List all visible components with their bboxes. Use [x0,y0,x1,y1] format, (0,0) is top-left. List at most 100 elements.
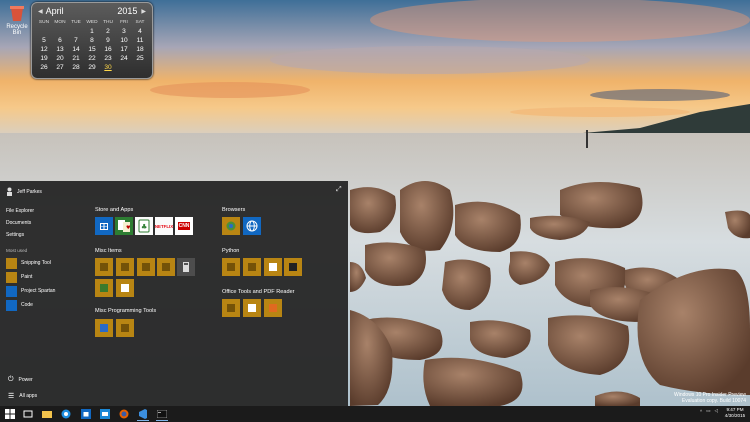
file-explorer-taskbar-button[interactable] [41,408,53,420]
calendar-day[interactable]: 20 [52,54,68,63]
start-button[interactable] [4,408,16,420]
spartan-taskbar-button[interactable] [60,408,72,420]
group-title-misc-programming[interactable]: Misc Programming Tools [95,308,156,314]
calendar-day[interactable]: 2 [100,27,116,36]
task-view-button[interactable] [22,408,34,420]
user-name: Jeff Parkes [17,188,42,195]
calendar-day[interactable]: 26 [36,63,52,72]
previous-month-arrow-icon[interactable]: ◀ [38,8,43,15]
calendar-day[interactable]: 18 [132,45,148,54]
most-used-snipping-tool[interactable]: Snipping Tool [6,257,51,269]
user-account[interactable]: Jeff Parkes [6,187,42,196]
python-tile[interactable] [284,258,302,276]
calendar-day[interactable]: 10 [116,36,132,45]
code-icon [6,299,17,311]
file-explorer-link[interactable]: File Explorer [6,208,34,214]
most-used-paint[interactable]: Paint [6,271,32,283]
app-glyph-icon [227,263,235,271]
visual-studio-taskbar-button[interactable] [137,408,149,421]
firefox-taskbar-button[interactable] [118,408,130,420]
calendar-day[interactable]: 24 [116,54,132,63]
group-title-python[interactable]: Python [222,248,239,254]
calendar-day[interactable]: 29 [84,63,100,72]
expand-icon[interactable]: ⤢ [336,186,342,194]
network-icon[interactable]: ▭ [706,408,710,414]
store-tile[interactable] [95,217,113,235]
misc-item-tile[interactable] [95,279,113,297]
netflix-tile[interactable]: NETFLIX [155,217,173,235]
misc-item-tile[interactable] [95,258,113,276]
calendar-day[interactable]: 13 [52,45,68,54]
chevron-up-icon[interactable]: ^ [700,409,702,414]
chrome-tile[interactable] [222,217,240,235]
calendar-day[interactable]: 21 [68,54,84,63]
programming-tool-tile[interactable] [116,319,134,337]
calendar-day[interactable]: 25 [132,54,148,63]
misc-item-tile[interactable] [157,258,175,276]
calendar-day[interactable]: 12 [36,45,52,54]
calendar-day [52,27,68,36]
calendar-day[interactable]: 1 [84,27,100,36]
documents-link[interactable]: Documents [6,220,31,226]
recycle-bin-icon [9,4,25,22]
settings-link[interactable]: Settings [6,232,24,238]
calendar-day[interactable]: 19 [36,54,52,63]
misc-item-tile[interactable] [116,258,134,276]
calendar-day[interactable]: 16 [100,45,116,54]
command-prompt-taskbar-button[interactable] [156,408,168,421]
globe-icon [246,220,258,232]
app-glyph-icon [269,263,277,271]
calendar-day[interactable]: 17 [116,45,132,54]
office-tool-tile[interactable] [243,299,261,317]
solitaire-tile[interactable]: ♥ [115,217,133,235]
app-glyph-icon [142,263,150,271]
next-month-arrow-icon[interactable]: ▶ [141,8,146,15]
recycle-bin-shortcut[interactable]: Recycle Bin [2,2,32,36]
group-title-store-and-apps[interactable]: Store and Apps [95,207,133,213]
most-used-code[interactable]: Code [6,299,33,311]
python-tile[interactable] [222,258,240,276]
calendar-day[interactable]: 4 [132,27,148,36]
calendar-day[interactable]: 30 [100,63,116,72]
misc-item-tile[interactable] [137,258,155,276]
calendar-day[interactable]: 3 [116,27,132,36]
all-apps-button[interactable]: ☰ All apps [8,392,37,400]
power-button[interactable]: ⏻ Power [8,376,33,384]
group-title-misc-items[interactable]: Misc Items [95,248,122,254]
store-taskbar-button[interactable] [80,408,92,420]
programming-tool-tile[interactable] [95,319,113,337]
office-tool-tile[interactable] [222,299,240,317]
calendar-day[interactable]: 23 [100,54,116,63]
calendar-day[interactable]: 27 [52,63,68,72]
app-glyph-icon [121,284,129,292]
volume-icon[interactable]: ◁ [714,408,718,414]
mail-taskbar-button[interactable] [99,408,111,420]
spartan-icon [6,285,17,297]
mahjong-tile[interactable]: ♣ [135,217,153,235]
taskbar-clock[interactable]: 9:47 PM 4/30/2015 [724,407,746,419]
group-title-browsers[interactable]: Browsers [222,207,245,213]
pdf-reader-tile[interactable] [264,299,282,317]
group-title-office-tools[interactable]: Office Tools and PDF Reader [222,289,295,295]
most-used-project-spartan[interactable]: Project Spartan [6,285,55,297]
calendar-day[interactable]: 14 [68,45,84,54]
calendar-day[interactable]: 22 [84,54,100,63]
calendar-day[interactable]: 7 [68,36,84,45]
calendar-day[interactable]: 15 [84,45,100,54]
calendar-day[interactable]: 9 [100,36,116,45]
calculator-icon [183,262,189,272]
calendar-day[interactable]: 6 [52,36,68,45]
mail-icon [100,409,110,419]
calendar-day[interactable]: 8 [84,36,100,45]
calculator-tile[interactable] [177,258,195,276]
scissors-icon [6,257,17,269]
globe-browser-tile[interactable] [243,217,261,235]
python-tile[interactable] [264,258,282,276]
misc-item-tile[interactable] [116,279,134,297]
calendar-day[interactable]: 11 [132,36,148,45]
calendar-day[interactable]: 28 [68,63,84,72]
cnn-logo-text: CNN [177,222,191,230]
calendar-day[interactable]: 5 [36,36,52,45]
cnn-tile[interactable]: CNN [175,217,193,235]
python-tile[interactable] [243,258,261,276]
